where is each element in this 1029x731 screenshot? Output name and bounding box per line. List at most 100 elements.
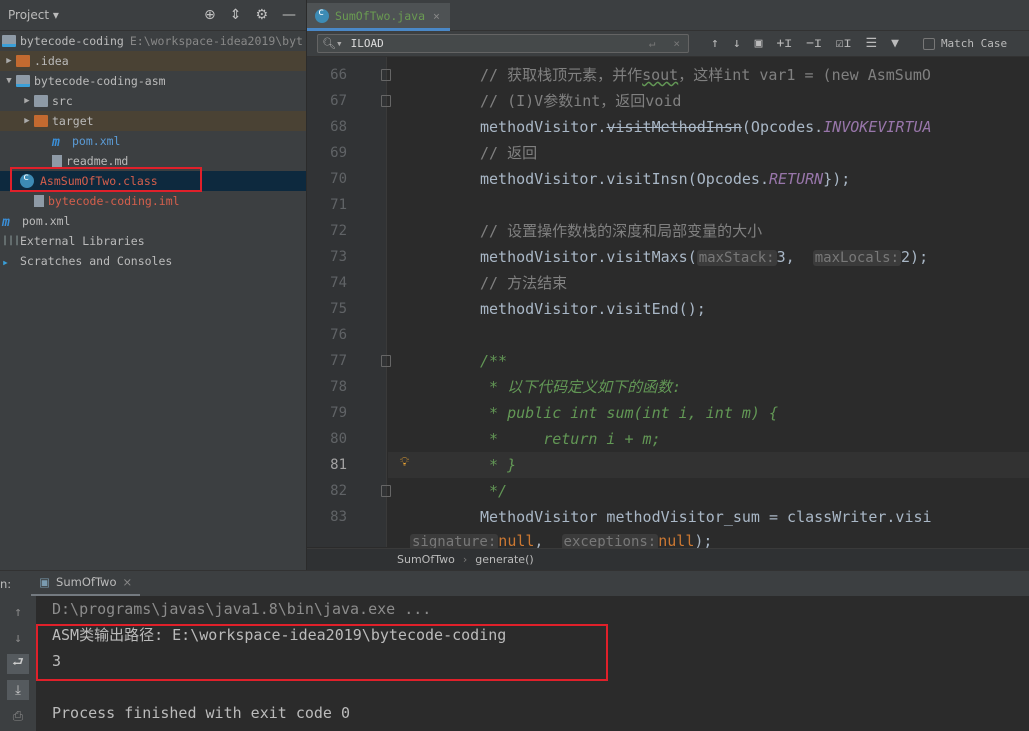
code-line: // 获取栈顶元素，并作sout，这样int var1 = (new AsmSu… bbox=[480, 62, 931, 88]
console-line: Process finished with exit code 0 bbox=[52, 704, 351, 722]
tree-item[interactable]: ▸ Scratches and Consoles bbox=[0, 251, 306, 271]
tree-item[interactable]: ▼ bytecode-coding-asm bbox=[0, 71, 306, 91]
scratches-icon: ▸ bbox=[2, 255, 9, 269]
project-view-dropdown[interactable]: Project ▾ bbox=[2, 8, 59, 22]
next-occurrence-icon[interactable]: ↓ bbox=[733, 36, 741, 51]
select-all-icon[interactable]: ☑ɪ bbox=[836, 36, 852, 51]
code-token: */ bbox=[480, 482, 508, 500]
tree-item[interactable]: AsmSumOfTwo.class bbox=[0, 171, 306, 191]
folder-excluded-icon bbox=[34, 115, 48, 127]
close-tab-icon[interactable]: × bbox=[433, 9, 440, 23]
clear-icon[interactable]: × bbox=[673, 37, 680, 50]
run-toolbar: ↑ ↓ ⮐ ⤓ ⎙ bbox=[0, 596, 36, 731]
tree-item[interactable]: ||| External Libraries bbox=[0, 231, 306, 251]
parameter-hint: maxLocals: bbox=[812, 250, 902, 266]
run-tab-sumoftwo[interactable]: ▣ SumOfTwo × bbox=[31, 571, 141, 597]
code-line: * } bbox=[480, 452, 516, 478]
tree-item-label: target bbox=[52, 114, 94, 128]
fold-marker-icon[interactable] bbox=[381, 485, 391, 497]
tree-item[interactable]: ▶ .idea bbox=[0, 51, 306, 71]
regex-newline-icon[interactable]: ↵ bbox=[649, 37, 656, 50]
code-token: null bbox=[658, 532, 695, 548]
tree-item[interactable]: bytecode-coding E:\workspace-idea2019\byt bbox=[0, 31, 306, 51]
tree-item[interactable]: ▶ target bbox=[0, 111, 306, 131]
code-token: methodVisitor.visitEnd(); bbox=[480, 300, 706, 318]
locate-icon[interactable]: ⊕ bbox=[204, 7, 216, 23]
console-icon: ▣ bbox=[39, 575, 51, 589]
markdown-icon bbox=[52, 155, 62, 167]
fold-marker-icon[interactable] bbox=[381, 95, 391, 107]
code-token: methodVisitor.visitMaxs( bbox=[480, 248, 697, 266]
code-token: RETURN bbox=[768, 170, 824, 188]
fold-marker-icon[interactable] bbox=[381, 355, 391, 367]
code-token: INVOKEVIRTUA bbox=[823, 118, 932, 136]
breadcrumb-method[interactable]: generate() bbox=[475, 553, 533, 566]
line-number: 74 bbox=[330, 275, 347, 291]
tree-item[interactable]: bytecode-coding.iml bbox=[0, 191, 306, 211]
lightbulb-icon[interactable]: 💡︎ bbox=[400, 455, 409, 470]
down-stack-icon[interactable]: ↓ bbox=[7, 628, 29, 648]
up-stack-icon[interactable]: ↑ bbox=[7, 602, 29, 622]
remove-occurrence-icon[interactable]: −ɪ bbox=[806, 36, 822, 51]
code-token: ); bbox=[694, 532, 713, 548]
line-number: 71 bbox=[330, 197, 347, 213]
expand-arrow-icon[interactable]: ▶ bbox=[20, 96, 34, 106]
line-number: 79 bbox=[330, 405, 347, 421]
tree-item[interactable]: ▶ src bbox=[0, 91, 306, 111]
previous-occurrence-icon[interactable]: ↑ bbox=[711, 36, 719, 51]
line-number: 70 bbox=[330, 171, 347, 187]
minimize-icon[interactable]: — bbox=[282, 7, 296, 23]
line-number: 83 bbox=[330, 509, 347, 525]
line-number: 72 bbox=[330, 223, 347, 239]
project-panel-header: Project ▾ ⊕ ⇕ ⚙ — bbox=[0, 0, 306, 31]
scroll-to-end-icon[interactable]: ⤓ bbox=[7, 680, 29, 700]
print-icon[interactable]: ⎙ bbox=[7, 706, 29, 726]
code-line: */ bbox=[480, 478, 507, 504]
add-occurrence-icon[interactable]: +ɪ bbox=[776, 36, 792, 51]
code-line: methodVisitor.visitEnd(); bbox=[480, 296, 706, 322]
console-output[interactable]: D:\programs\javas\java1.8\bin\java.exe .… bbox=[36, 596, 1029, 731]
tree-item-label: pom.xml bbox=[72, 134, 121, 148]
tree-item-label: bytecode-coding-asm bbox=[34, 74, 166, 88]
line-number: 80 bbox=[330, 431, 347, 447]
gear-icon[interactable]: ⚙ bbox=[255, 7, 268, 23]
module-path: E:\workspace-idea2019\byt bbox=[129, 34, 303, 48]
search-input[interactable]: 🔍︎▾ ILOAD ↵ × bbox=[317, 34, 689, 53]
code-line: // (I)V参数int，返回void bbox=[480, 88, 681, 114]
console-line: 3 bbox=[52, 652, 62, 670]
tree-item-label: .idea bbox=[34, 54, 69, 68]
code-token: visitMethodInsn bbox=[606, 118, 742, 136]
code-line-wrapped: signature: null, exceptions: null); bbox=[410, 528, 712, 548]
code-line: methodVisitor.visitMethodInsn(Opcodes.IN… bbox=[480, 114, 932, 140]
soft-wrap-icon[interactable]: ⮐ bbox=[7, 654, 29, 674]
tree-item[interactable]: m pom.xml bbox=[0, 211, 306, 231]
iml-icon bbox=[34, 195, 44, 207]
breadcrumb-class[interactable]: SumOfTwo bbox=[397, 553, 455, 566]
code-line: MethodVisitor methodVisitor_sum = classW… bbox=[480, 504, 932, 530]
collapse-all-icon[interactable]: ⇕ bbox=[230, 7, 242, 23]
show-filter-popup-icon[interactable]: ☰ bbox=[865, 36, 877, 51]
class-icon bbox=[20, 172, 34, 188]
line-number: 73 bbox=[330, 249, 347, 265]
match-case-checkbox[interactable]: Match Case bbox=[922, 37, 1007, 50]
code-token: /** bbox=[480, 352, 508, 370]
code-line: * 以下代码定义如下的函数: bbox=[480, 374, 681, 400]
expand-arrow-icon[interactable]: ▼ bbox=[2, 76, 16, 86]
project-panel: Project ▾ ⊕ ⇕ ⚙ — bytecode-coding E:\work… bbox=[0, 0, 307, 570]
code-token: * 以下代码定义如下的函数: bbox=[480, 378, 682, 396]
code-token: , bbox=[534, 532, 562, 548]
fold-marker-icon[interactable] bbox=[381, 69, 391, 81]
code-token: 3 bbox=[776, 248, 786, 266]
close-tab-icon[interactable]: × bbox=[123, 575, 133, 589]
expand-arrow-icon[interactable]: ▶ bbox=[20, 116, 34, 126]
code-token: // 设置操作数栈的深度和局部变量的大小 bbox=[480, 222, 763, 240]
expand-arrow-icon[interactable]: ▶ bbox=[2, 56, 16, 66]
maven-icon: m bbox=[2, 215, 10, 230]
parameter-hint: maxStack: bbox=[696, 250, 777, 266]
filter-icon[interactable]: ▼ bbox=[891, 36, 899, 51]
code-token: // (I)V参数int，返回void bbox=[480, 92, 682, 110]
tree-item[interactable]: m pom.xml bbox=[0, 131, 306, 151]
select-all-occurrences-icon[interactable]: ▣ bbox=[755, 36, 763, 51]
tree-item[interactable]: readme.md bbox=[0, 151, 306, 171]
tab-sumoftwo-java[interactable]: SumOfTwo.java × bbox=[307, 3, 450, 31]
